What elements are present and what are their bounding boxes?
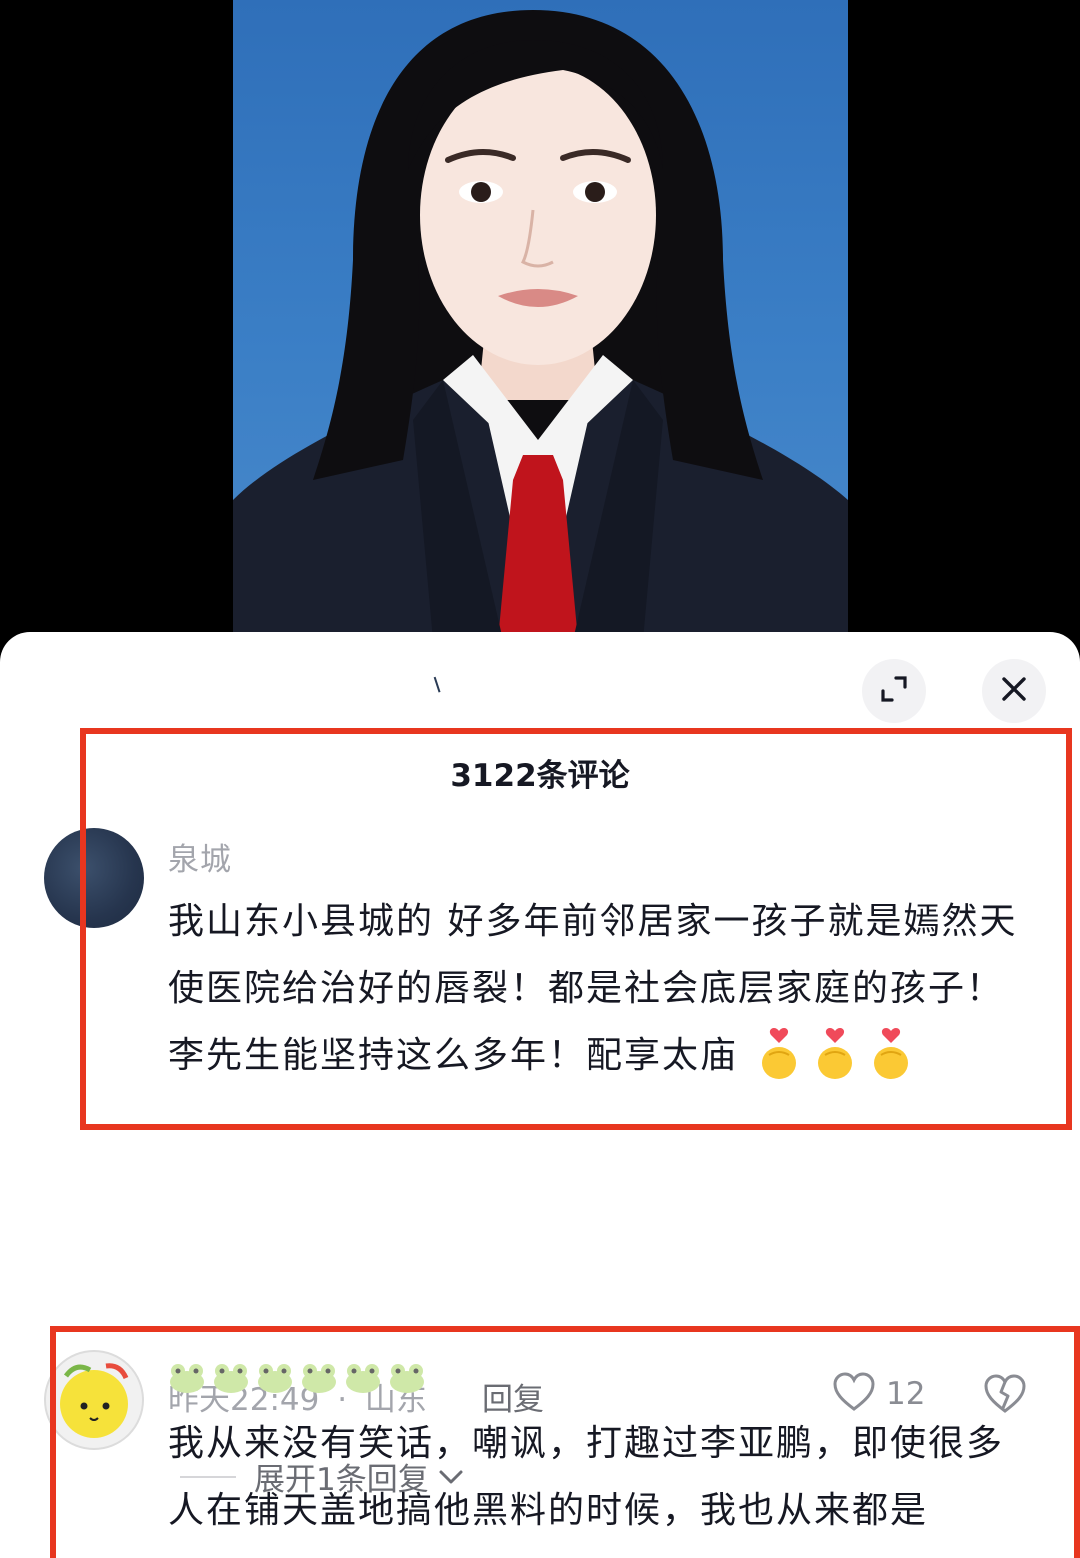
frog-emoji [300,1362,338,1394]
avatar[interactable] [44,1350,144,1450]
comment-text: 我从来没有笑话，嘲讽，打趣过李亚鹏，即使很多人在铺天盖地搞他黑料的时候，我也从来… [168,1410,1038,1544]
sheet-handle[interactable] [433,675,445,693]
comment-text-content: 我从来没有笑话，嘲讽，打趣过李亚鹏，即使很多人在铺天盖地搞他黑料的时候，我也从来… [168,1423,1005,1531]
comment-text: 我山东小县城的 好多年前邻居家一孩子就是嫣然天使医院给治好的唇裂！都是社会底层家… [168,888,1038,1089]
expand-button[interactable] [862,659,926,723]
expand-icon [879,674,909,708]
finger-heart-emoji [757,1025,801,1081]
comment-username[interactable]: 泉城 [168,834,232,879]
frog-emoji [212,1362,250,1394]
avatar[interactable] [44,828,144,928]
portrait-photo [233,0,848,640]
close-button[interactable] [982,659,1046,723]
frog-emoji [256,1362,294,1394]
username-emoji-row[interactable] [168,1362,426,1394]
frog-emoji [344,1362,382,1394]
finger-heart-emoji [869,1025,913,1081]
media-viewer [0,0,1080,660]
frog-emoji [168,1362,206,1394]
comments-sheet: 3122条评论 泉城 我山东小县城的 好多年前邻居家一孩子就是嫣然天使医院给治好… [0,632,1080,1558]
comment-count-title: 3122条评论 [450,758,630,794]
frog-emoji [388,1362,426,1394]
like-count: 12 [886,1376,926,1412]
close-icon [1001,676,1027,706]
finger-heart-emoji [813,1025,857,1081]
